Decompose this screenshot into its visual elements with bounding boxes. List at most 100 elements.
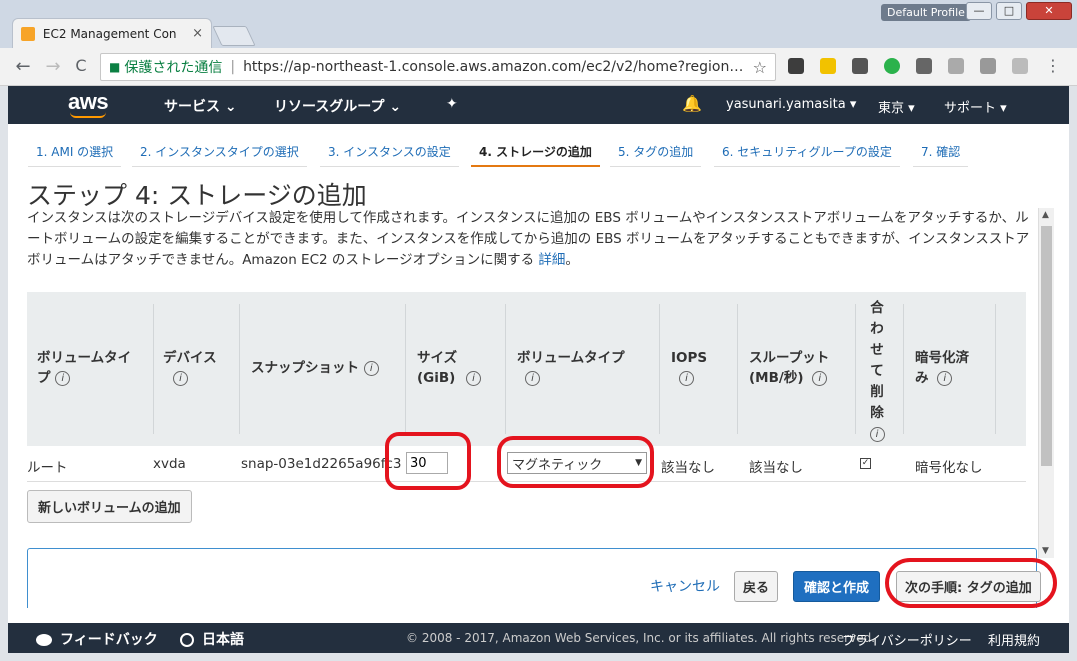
- globe-icon: [180, 633, 194, 647]
- maximize-button[interactable]: □: [996, 2, 1022, 20]
- cell-snapshot: snap-03e1d2265a96fc3c: [241, 456, 401, 472]
- minimize-button[interactable]: —: [966, 2, 992, 20]
- header-text: IOPS: [671, 350, 708, 366]
- header-text: せ: [870, 342, 884, 358]
- header-text: サイズ: [417, 350, 458, 366]
- step-storage[interactable]: 4. ストレージの追加: [471, 140, 600, 167]
- header-volume-type-col: ボリュームタイプ i: [517, 348, 625, 388]
- step-instance-config[interactable]: 3. インスタンスの設定: [320, 140, 459, 167]
- cell-device: xvda: [153, 456, 186, 472]
- scroll-down-icon[interactable]: ▼: [1042, 546, 1049, 556]
- browser-tab[interactable]: EC2 Management Con ×: [12, 18, 212, 48]
- terms-link[interactable]: 利用規約: [988, 630, 1040, 649]
- header-text: ボリュームタイ: [37, 350, 132, 366]
- delete-on-termination-checkbox[interactable]: ✓: [860, 458, 871, 469]
- step-review[interactable]: 7. 確認: [913, 140, 969, 167]
- header-delete-on-termination: 合 わ せ て 削 除 i: [867, 298, 887, 445]
- column-divider: [405, 304, 406, 434]
- speech-bubble-icon: [36, 634, 52, 646]
- column-divider: [153, 304, 154, 434]
- header-text: わ: [870, 321, 884, 337]
- user-menu[interactable]: yasunari.yamasita ▾: [726, 97, 856, 112]
- page-title: ステップ 4: ストレージの追加: [27, 181, 367, 210]
- new-tab-button[interactable]: [212, 26, 256, 46]
- info-icon[interactable]: i: [679, 370, 694, 386]
- bell-icon[interactable]: 🔔: [682, 94, 702, 113]
- vertical-scrollbar[interactable]: ▲ ▼: [1038, 208, 1054, 558]
- header-encrypted: 暗号化済 み i: [915, 348, 969, 388]
- copyright: © 2008 - 2017, Amazon Web Services, Inc.…: [406, 631, 876, 645]
- header-text: て: [870, 363, 884, 379]
- pocket-extension-icon[interactable]: [788, 58, 804, 74]
- notification-extension-icon[interactable]: [884, 58, 900, 74]
- window-close-button[interactable]: ✕: [1026, 2, 1072, 20]
- size-highlight-ring: [385, 432, 471, 490]
- storage-table-header: ボリュームタイ プ i デバイス i スナップショット i サイズ (GiB) …: [27, 292, 1026, 446]
- header-text: 暗号化済: [915, 350, 969, 366]
- drive-extension-icon[interactable]: [948, 58, 964, 74]
- step-instance-type[interactable]: 2. インスタンスタイプの選択: [132, 140, 307, 167]
- back-button[interactable]: 戻る: [734, 571, 779, 602]
- services-menu[interactable]: サービス ⌄: [164, 96, 237, 116]
- privacy-policy-link[interactable]: プライバシーポリシー: [842, 630, 972, 649]
- feedback-label: フィードバック: [60, 632, 158, 648]
- scroll-thumb[interactable]: [1041, 226, 1052, 466]
- info-icon[interactable]: i: [812, 370, 828, 386]
- cancel-button[interactable]: キャンセル: [650, 576, 720, 596]
- pdf-extension-icon[interactable]: [1012, 58, 1028, 74]
- evernote-extension-icon[interactable]: [852, 58, 868, 74]
- header-text: 合: [870, 300, 884, 316]
- info-icon[interactable]: i: [55, 370, 71, 386]
- omnibox-separator: |: [230, 59, 236, 75]
- chrome-menu-icon[interactable]: ⋮: [1042, 56, 1064, 75]
- forward-arrow-icon[interactable]: →: [42, 56, 64, 77]
- info-icon[interactable]: i: [173, 370, 188, 386]
- bookmark-star-icon[interactable]: ☆: [753, 58, 767, 77]
- info-icon[interactable]: i: [466, 370, 482, 386]
- volume-type-highlight-ring: [497, 436, 654, 488]
- header-text: 除: [870, 405, 884, 421]
- column-divider: [239, 304, 240, 434]
- info-icon[interactable]: i: [869, 426, 885, 442]
- step-ami[interactable]: 1. AMI の選択: [28, 140, 122, 167]
- column-divider: [505, 304, 506, 434]
- info-icon[interactable]: i: [937, 370, 953, 386]
- browser-toolbar: ← → C ■ 保護された通信 | https://ap-northeast-1…: [0, 48, 1077, 86]
- step-security-group[interactable]: 6. セキュリティグループの設定: [714, 140, 900, 167]
- details-link[interactable]: 詳細: [538, 252, 565, 268]
- feedback-link[interactable]: フィードバック: [36, 629, 158, 649]
- back-arrow-icon[interactable]: ←: [12, 56, 34, 77]
- close-icon[interactable]: ×: [192, 26, 203, 41]
- review-and-launch-button[interactable]: 確認と作成: [793, 571, 881, 602]
- dropbox-extension-icon[interactable]: [980, 58, 996, 74]
- s-extension-icon[interactable]: [916, 58, 932, 74]
- info-icon[interactable]: i: [363, 360, 379, 376]
- reload-icon[interactable]: C: [70, 56, 92, 75]
- header-snapshot: スナップショット i: [251, 358, 379, 378]
- header-iops: IOPS i: [671, 348, 707, 388]
- header-text: プ: [37, 370, 51, 386]
- header-text: ボリュームタイプ: [517, 350, 625, 366]
- info-icon[interactable]: i: [525, 370, 540, 386]
- header-volume-type: ボリュームタイ プ i: [37, 348, 131, 388]
- page-description: インスタンスは次のストレージデバイス設定を使用して作成されます。インスタンスに追…: [27, 208, 1037, 271]
- column-divider: [903, 304, 904, 434]
- address-bar[interactable]: ■ 保護された通信 | https://ap-northeast-1.conso…: [100, 53, 776, 81]
- column-divider: [855, 304, 856, 434]
- aws-cube-icon: [21, 26, 35, 41]
- cell-volume-type: ルート: [27, 460, 68, 476]
- description-text: インスタンスは次のストレージデバイス設定を使用して作成されます。インスタンスに追…: [27, 210, 1030, 268]
- language-selector[interactable]: 日本語: [180, 629, 244, 649]
- region-menu[interactable]: 東京 ▾: [878, 97, 915, 116]
- add-volume-button[interactable]: 新しいボリュームの追加: [27, 490, 192, 523]
- header-text: スループット: [749, 350, 830, 366]
- step-tags[interactable]: 5. タグの追加: [610, 140, 702, 167]
- profile-badge[interactable]: Default Profile: [881, 4, 971, 21]
- support-menu[interactable]: サポート ▾: [944, 97, 1007, 116]
- scroll-up-icon[interactable]: ▲: [1042, 210, 1049, 220]
- resource-groups-menu[interactable]: リソースグループ ⌄: [274, 96, 401, 116]
- cell-throughput: 該当なし: [749, 460, 803, 476]
- extension-icon[interactable]: [820, 58, 836, 74]
- pin-icon[interactable]: ✦: [446, 96, 458, 112]
- tab-title: EC2 Management Con: [42, 26, 177, 41]
